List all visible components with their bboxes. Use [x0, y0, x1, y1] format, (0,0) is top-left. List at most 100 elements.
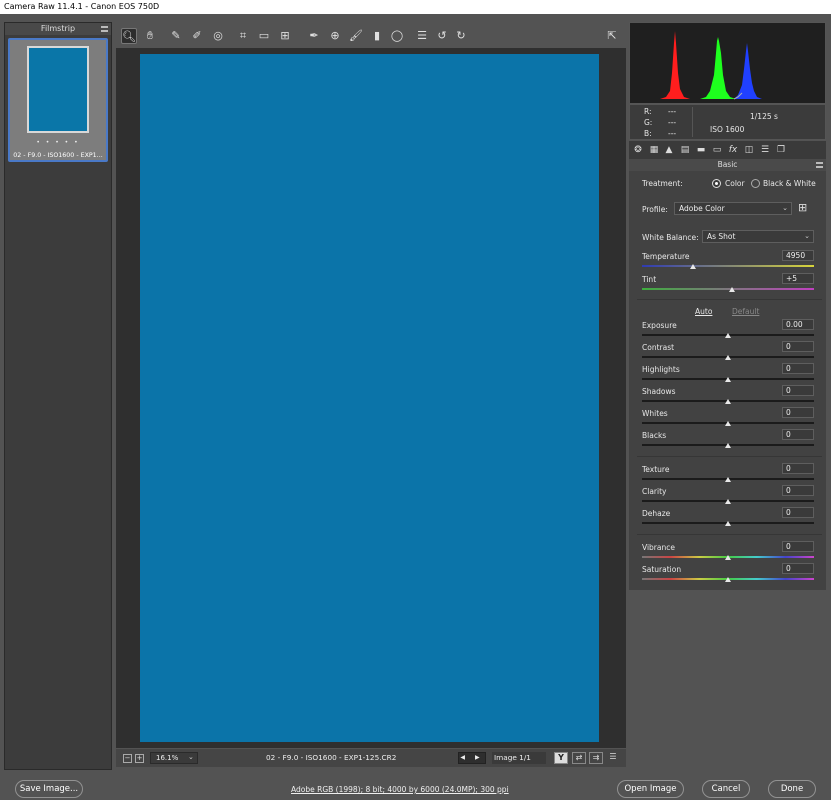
- white-balance-select[interactable]: As Shot ⌄: [702, 230, 814, 243]
- texture-slider-thumb[interactable]: [725, 477, 731, 482]
- toolbar: 🔍︎ ✋︎ ✎ ✐ ◎ ⌗ ▭ ⊞ ✒ ⊕ 🖌︎ ▮ ◯ ☰ ↺ ↻ ⇱: [118, 24, 628, 48]
- white-balance-icon[interactable]: ✎: [168, 28, 184, 44]
- temperature-slider-thumb[interactable]: [690, 264, 696, 269]
- zoom-level-value: 16.1%: [156, 754, 179, 762]
- treatment-bw-radio[interactable]: [751, 179, 760, 188]
- presets-tab-icon[interactable]: ☰: [759, 144, 771, 156]
- color-sampler-icon[interactable]: ✐: [189, 28, 205, 44]
- exposure-slider-thumb[interactable]: [725, 333, 731, 338]
- histogram: [629, 22, 826, 104]
- copy-settings-icon[interactable]: ⇉: [589, 752, 603, 764]
- saturation-value[interactable]: 0: [782, 563, 814, 574]
- b-label: B:: [644, 129, 652, 138]
- save-image-button[interactable]: Save Image...: [15, 780, 83, 798]
- target-adjust-icon[interactable]: ◎: [210, 28, 226, 44]
- saturation-slider-thumb[interactable]: [725, 577, 731, 582]
- texture-value[interactable]: 0: [782, 463, 814, 474]
- temperature-slider[interactable]: [642, 265, 814, 267]
- shadows-slider-thumb[interactable]: [725, 399, 731, 404]
- panel-tabs: ❂ ▦ ▲ ▤ ▬ ▭ fx ◫ ☰ ❐: [629, 141, 826, 159]
- auto-button[interactable]: Auto: [695, 307, 712, 316]
- crop-icon[interactable]: ⌗: [235, 28, 251, 44]
- treatment-color-radio[interactable]: [712, 179, 721, 188]
- profile-browser-icon[interactable]: ⊞: [798, 202, 812, 215]
- clarity-slider-thumb[interactable]: [725, 499, 731, 504]
- exposure-value[interactable]: 0.00: [782, 319, 814, 330]
- dehaze-value[interactable]: 0: [782, 507, 814, 518]
- radial-filter-icon[interactable]: ◯: [389, 28, 405, 44]
- whites-slider-thumb[interactable]: [725, 421, 731, 426]
- g-value: ---: [668, 118, 677, 127]
- panel-title: Basic: [629, 159, 826, 171]
- contrast-slider-thumb[interactable]: [725, 355, 731, 360]
- tone-curve-tab-icon[interactable]: ▦: [648, 144, 660, 156]
- red-eye-icon[interactable]: ⊕: [327, 28, 343, 44]
- whites-label: Whites: [642, 409, 668, 418]
- tint-value[interactable]: +5: [782, 273, 814, 284]
- spot-removal-icon[interactable]: ✒: [306, 28, 322, 44]
- straighten-icon[interactable]: ▭: [256, 28, 272, 44]
- iso-value: ISO 1600: [710, 125, 745, 134]
- blacks-value[interactable]: 0: [782, 429, 814, 440]
- white-balance-value: As Shot: [707, 232, 736, 241]
- contrast-value[interactable]: 0: [782, 341, 814, 352]
- hand-icon[interactable]: ✋︎: [142, 28, 158, 44]
- temperature-value[interactable]: 4950: [782, 250, 814, 261]
- clarity-value[interactable]: 0: [782, 485, 814, 496]
- basic-panel: Basic Treatment: Color Black & White Pro…: [629, 159, 826, 590]
- zoom-icon[interactable]: 🔍︎: [121, 28, 137, 44]
- photo-preview[interactable]: [140, 54, 599, 742]
- graduated-filter-icon[interactable]: ▮: [369, 28, 385, 44]
- cancel-button[interactable]: Cancel: [702, 780, 750, 798]
- preview-options-icon[interactable]: ☰: [606, 752, 620, 764]
- shadows-value[interactable]: 0: [782, 385, 814, 396]
- thumbnail-rating[interactable]: • • • • •: [10, 139, 106, 146]
- filmstrip-menu-icon[interactable]: [101, 26, 108, 32]
- adjustment-brush-icon[interactable]: 🖌︎: [348, 28, 364, 44]
- info-divider: [692, 107, 693, 137]
- workflow-options-link[interactable]: Adobe RGB (1998); 8 bit; 4000 by 6000 (2…: [291, 785, 509, 794]
- transform-icon[interactable]: ⊞: [277, 28, 293, 44]
- done-button[interactable]: Done: [768, 780, 816, 798]
- open-image-button[interactable]: Open Image: [617, 780, 684, 798]
- chevron-down-icon[interactable]: ⌄: [188, 753, 194, 761]
- vibrance-value[interactable]: 0: [782, 541, 814, 552]
- whites-value[interactable]: 0: [782, 407, 814, 418]
- zoom-out-button[interactable]: −: [123, 754, 132, 763]
- lens-tab-icon[interactable]: ▭: [711, 144, 723, 156]
- radio-dot: [715, 182, 718, 185]
- hsl-tab-icon[interactable]: ▤: [679, 144, 691, 156]
- effects-tab-icon[interactable]: fx: [727, 144, 739, 156]
- window-title: Camera Raw 11.4.1 - Canon EOS 750D: [4, 2, 160, 11]
- thumbnail-caption: 02 - F9.0 - ISO1600 - EXP1...: [13, 152, 103, 159]
- vibrance-slider-thumb[interactable]: [725, 555, 731, 560]
- profile-value: Adobe Color: [679, 204, 725, 213]
- image-navigation[interactable]: ◀ ▶: [458, 752, 486, 764]
- filmstrip-panel: Filmstrip • • • • • 02 - F9.0 - ISO1600 …: [4, 22, 112, 770]
- dehaze-slider-thumb[interactable]: [725, 521, 731, 526]
- histogram-red-channel: [660, 31, 690, 99]
- panel-menu-icon[interactable]: [816, 162, 823, 168]
- b-value: ---: [668, 129, 677, 138]
- zoom-in-button[interactable]: +: [135, 754, 144, 763]
- snapshots-tab-icon[interactable]: ❐: [775, 144, 787, 156]
- highlights-value[interactable]: 0: [782, 363, 814, 374]
- rotate-cw-icon[interactable]: ↻: [453, 28, 469, 44]
- default-button[interactable]: Default: [732, 307, 759, 316]
- split-toning-tab-icon[interactable]: ▬: [695, 144, 707, 156]
- tint-slider-thumb[interactable]: [729, 287, 735, 292]
- detail-tab-icon[interactable]: ▲: [663, 144, 675, 156]
- tint-slider[interactable]: [642, 288, 814, 290]
- profile-select[interactable]: Adobe Color ⌄: [674, 202, 792, 215]
- swap-settings-icon[interactable]: ⇄: [572, 752, 586, 764]
- before-after-toggle-button[interactable]: Y: [554, 752, 568, 764]
- calibration-tab-icon[interactable]: ◫: [743, 144, 755, 156]
- basic-tab-icon[interactable]: ❂: [632, 144, 644, 156]
- blacks-slider-thumb[interactable]: [725, 443, 731, 448]
- fullscreen-icon[interactable]: ⇱: [604, 28, 620, 44]
- rotate-ccw-icon[interactable]: ↺: [434, 28, 450, 44]
- preferences-icon[interactable]: ☰: [414, 28, 430, 44]
- treatment-color-label: Color: [725, 179, 745, 188]
- filmstrip-thumbnail[interactable]: • • • • • 02 - F9.0 - ISO1600 - EXP1...: [8, 38, 108, 162]
- highlights-slider-thumb[interactable]: [725, 377, 731, 382]
